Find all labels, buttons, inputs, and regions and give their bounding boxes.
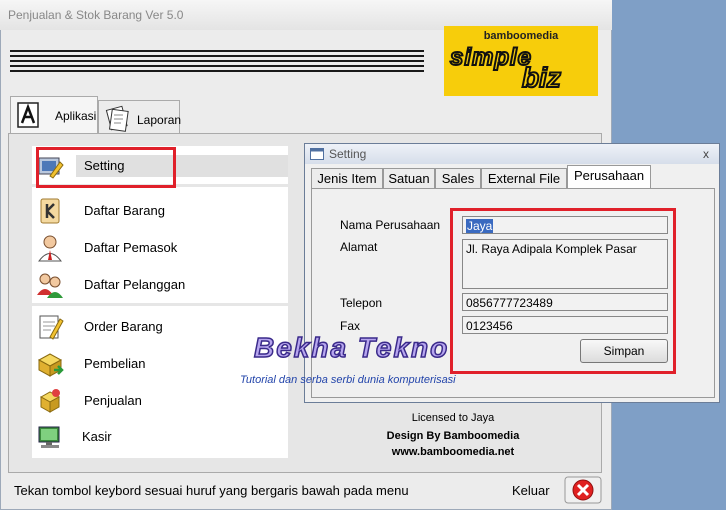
menu-item-label: Daftar Barang — [84, 203, 165, 218]
logo-brand: bamboomedia — [483, 30, 559, 42]
tab-laporan[interactable]: Laporan — [98, 100, 182, 134]
close-icon — [564, 476, 602, 504]
customers-group-icon — [37, 273, 63, 298]
menu-item-label: Order Barang — [84, 319, 163, 334]
menu-item-label: Kasir — [82, 429, 112, 444]
tab-aplikasi-label: Aplikasi — [55, 109, 97, 123]
menu-item-order-barang[interactable]: Order Barang — [32, 310, 288, 344]
report-pages-icon — [105, 105, 129, 132]
status-text: Tekan tombol keybord sesuai huruf yang b… — [14, 483, 409, 498]
dialog-close-button[interactable]: x — [703, 144, 709, 164]
telepon-label: Telepon — [340, 296, 383, 310]
exit-button[interactable] — [564, 476, 602, 504]
menu-separator — [32, 303, 288, 306]
watermark-title: Bekha Tekno — [253, 331, 450, 364]
menu-item-penjualan[interactable]: Penjualan — [32, 384, 288, 418]
alamat-label: Alamat — [340, 240, 378, 254]
licensed-text: Licensed to Jaya — [411, 412, 495, 424]
sales-box-icon — [39, 389, 61, 413]
exit-label: Keluar — [512, 483, 550, 498]
fields-highlight-box — [450, 208, 676, 374]
supplier-person-icon — [38, 235, 62, 262]
logo-simple: simple — [449, 43, 533, 72]
window-icon — [310, 148, 324, 160]
tab-sales[interactable]: Sales — [435, 168, 481, 188]
menu-item-daftar-pelanggan[interactable]: Daftar Pelanggan — [32, 268, 288, 302]
menu-item-label: Pembelian — [84, 356, 146, 371]
order-form-icon — [39, 315, 64, 340]
tab-aplikasi[interactable]: Aplikasi — [10, 96, 98, 134]
fax-label: Fax — [340, 319, 361, 333]
cashier-monitor-icon — [38, 426, 60, 448]
watermark-subtitle: Tutorial dan serba serbi dunia komputeri… — [240, 374, 456, 386]
document-a-icon — [17, 102, 39, 128]
tab-laporan-label: Laporan — [137, 113, 182, 127]
header-stripes — [10, 50, 424, 74]
menu-item-kasir[interactable]: Kasir — [32, 420, 288, 454]
bamboomedia-logo: bamboomedia simple biz — [444, 26, 598, 96]
menu-item-label: Penjualan — [84, 393, 142, 408]
design-credit: Design By Bamboomedia — [386, 430, 520, 442]
logo-biz: biz — [521, 61, 562, 94]
menu-item-label: Daftar Pelanggan — [84, 277, 186, 292]
menu-item-label: Daftar Pemasok — [84, 240, 178, 255]
tab-satuan[interactable]: Satuan — [383, 168, 435, 188]
dialog-titlebar: Setting x — [305, 144, 719, 164]
menu-item-daftar-barang[interactable]: Daftar Barang — [32, 194, 288, 228]
menu-item-daftar-pemasok[interactable]: Daftar Pemasok — [32, 231, 288, 265]
website-text: www.bamboomedia.net — [391, 446, 515, 458]
tab-jenis-item[interactable]: Jenis Item — [311, 168, 383, 188]
inventory-k-icon — [40, 198, 60, 224]
tab-perusahaan[interactable]: Perusahaan — [567, 165, 651, 189]
setting-highlight-box — [36, 147, 176, 188]
dialog-title: Setting — [329, 147, 367, 161]
purchase-box-icon — [37, 353, 64, 377]
nama-perusahaan-label: Nama Perusahaan — [340, 218, 441, 232]
tab-external-file[interactable]: External File — [481, 168, 567, 188]
